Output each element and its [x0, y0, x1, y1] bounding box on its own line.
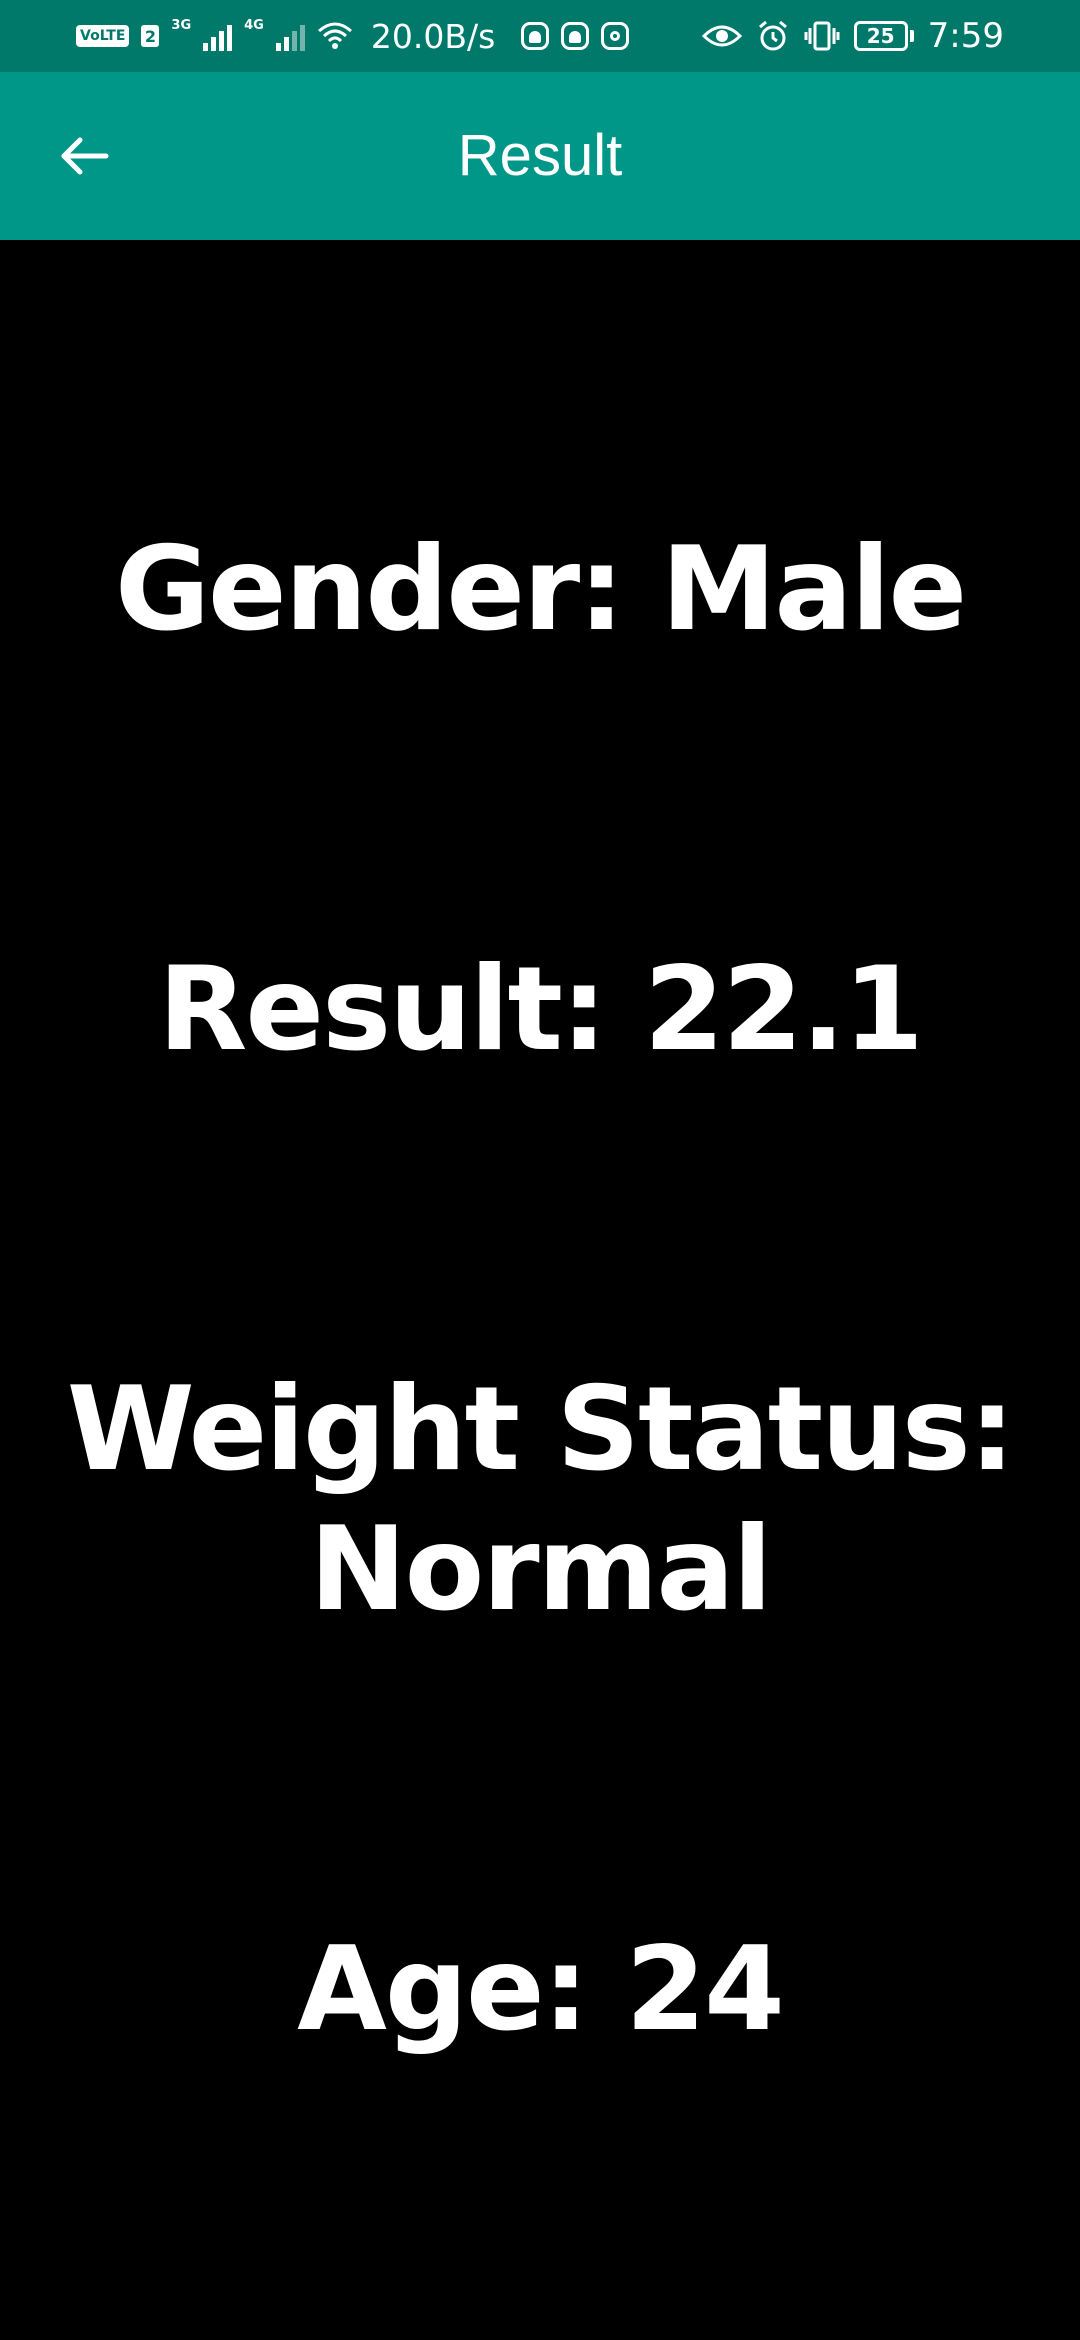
- weight-status-value: Normal: [309, 1502, 773, 1637]
- network-speed: 20.0B/s: [370, 16, 496, 56]
- battery-icon: 25: [853, 21, 914, 51]
- signal-strength-icon: [203, 21, 233, 51]
- alarm-icon: [758, 20, 787, 51]
- gender-text: Gender: Male: [114, 522, 967, 657]
- network-type-2: 4G: [244, 18, 264, 33]
- page-title: Result: [457, 123, 623, 188]
- result-value-text: Result: 22.1: [158, 942, 924, 1077]
- eye-icon: [701, 25, 742, 47]
- sim-indicator: 2: [141, 25, 160, 47]
- signal-strength-icon-2: [275, 21, 305, 51]
- instagram-icon: [601, 22, 630, 50]
- app-notification-icon-2: [561, 22, 590, 50]
- status-bar: VoLTE 2 3G 4G 20.0B/s 25 7:59: [0, 0, 1080, 72]
- volte-icon: VoLTE: [76, 25, 130, 47]
- app-notification-icon: [521, 22, 550, 50]
- status-bar-left: VoLTE 2 3G 4G 20.0B/s: [76, 0, 630, 72]
- result-content: Gender: Male Result: 22.1 Weight Status:…: [0, 240, 1080, 2340]
- vibrate-icon: [804, 21, 840, 51]
- clock: 7:59: [927, 16, 1004, 56]
- weight-status-label: Weight Status:: [66, 1362, 1015, 1497]
- wifi-icon: [317, 22, 352, 49]
- status-bar-right: 25 7:59: [701, 0, 1004, 72]
- app-bar: Result: [0, 72, 1080, 240]
- network-type-1: 3G: [171, 18, 192, 33]
- age-text: Age: 24: [297, 1922, 785, 2057]
- battery-level: 25: [853, 21, 908, 51]
